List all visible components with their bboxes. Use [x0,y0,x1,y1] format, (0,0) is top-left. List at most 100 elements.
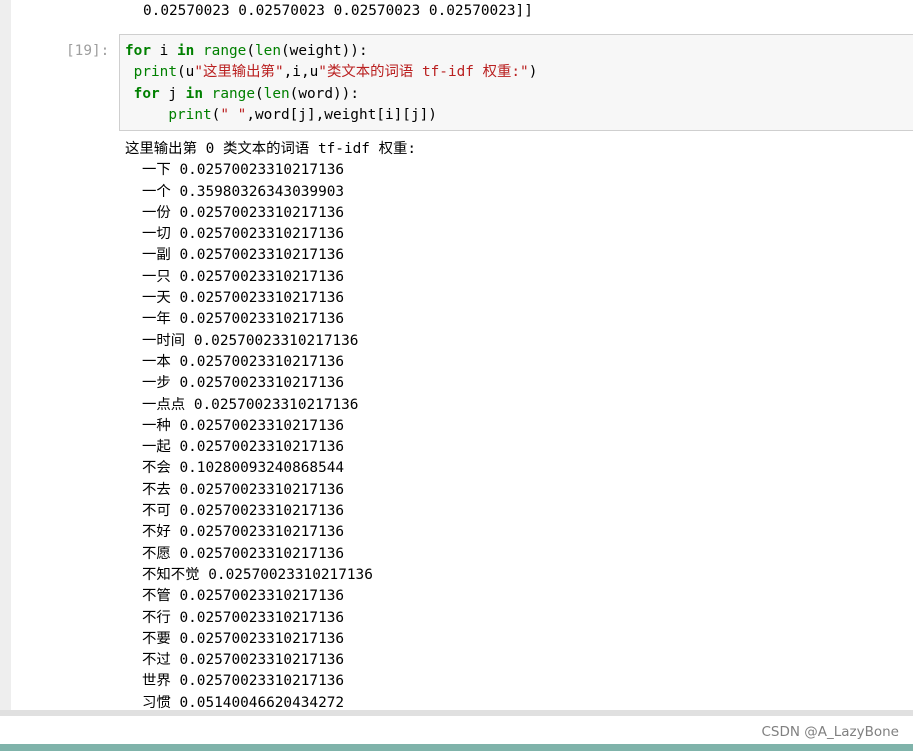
previous-cell-output: 0.02570023 0.02570023 0.02570023 0.02570… [143,3,533,19]
output-weight: 0.02570023310217136 [179,226,345,243]
code-line-3: for j in range(len(word)): [125,84,359,104]
output-word: 不好 [142,524,171,541]
notebook-bottom-edge [0,710,913,716]
builtin-print: print [133,64,177,80]
output-row: 一起 0.02570023310217136 [125,437,416,458]
output-word: 一起 [142,439,171,456]
code-text: (weight)): [281,43,368,59]
output-word: 一步 [142,375,171,392]
builtin-len: len [255,43,281,59]
string-literal: " " [220,107,247,123]
keyword-in: in [177,43,195,59]
output-row: 一切 0.02570023310217136 [125,224,416,245]
output-word: 一种 [142,417,171,434]
output-row: 不去 0.02570023310217136 [125,480,416,501]
output-word: 一年 [142,311,171,328]
watermark: CSDN @A_LazyBone [761,724,899,740]
output-word: 不去 [142,481,171,498]
output-weight: 0.02570023310217136 [179,630,345,647]
output-weight: 0.02570023310217136 [179,609,345,626]
output-word: 一副 [142,247,171,264]
code-text: (word)): [289,86,359,102]
output-word: 不会 [142,460,171,477]
output-word: 一下 [142,162,171,179]
output-weight: 0.02570023310217136 [179,375,345,392]
code-text: ,i,u [283,64,319,80]
output-weight: 0.35980326343039903 [179,183,345,200]
builtin-print: print [168,107,212,123]
cell-output-area: 这里输出第 0 类文本的词语 tf-idf 权重: 一下 0.025700233… [125,139,416,710]
output-weight: 0.02570023310217136 [179,439,345,456]
string-literal: "类文本的词语 tf-idf 权重:" [318,64,529,80]
output-row: 不过 0.02570023310217136 [125,650,416,671]
output-weight: 0.02570023310217136 [179,524,345,541]
output-rows: 一下 0.02570023310217136 一个 0.3598032634303… [125,160,416,710]
output-word: 一份 [142,204,171,221]
output-row: 习惯 0.05140046620434272 [125,693,416,710]
output-row: 一种 0.02570023310217136 [125,416,416,437]
output-row: 不知不觉 0.02570023310217136 [125,565,416,586]
output-weight: 0.02570023310217136 [179,588,345,605]
output-word: 一只 [142,268,171,285]
output-word: 一时间 [142,332,186,349]
output-word: 不要 [142,630,171,647]
output-row: 一份 0.02570023310217136 [125,203,416,224]
output-weight: 0.02570023310217136 [179,162,345,179]
output-word: 世界 [142,673,171,690]
keyword-for: for [125,43,151,59]
output-row: 一点点 0.02570023310217136 [125,395,416,416]
output-row: 不愿 0.02570023310217136 [125,544,416,565]
output-weight: 0.02570023310217136 [208,566,373,583]
output-weight: 0.05140046620434272 [179,694,345,710]
output-weight: 0.02570023310217136 [193,332,359,349]
output-weight: 0.02570023310217136 [179,290,345,307]
output-row: 一年 0.02570023310217136 [125,309,416,330]
output-word: 不行 [142,609,171,626]
output-row: 一步 0.02570023310217136 [125,373,416,394]
output-weight: 0.02570023310217136 [179,652,345,669]
output-row: 一时间 0.02570023310217136 [125,331,416,352]
output-weight: 0.02570023310217136 [179,311,345,328]
code-text: ( [246,43,255,59]
output-word: 不愿 [142,545,171,562]
builtin-range: range [211,86,255,102]
output-header: 这里输出第 0 类文本的词语 tf-idf 权重: [125,141,417,157]
cell-execution-prompt: [19]: [66,43,110,59]
code-line-1: for i in range(len(weight)): [125,41,368,61]
code-text: (u [177,64,195,80]
output-row: 一只 0.02570023310217136 [125,267,416,288]
output-weight: 0.02570023310217136 [179,204,345,221]
output-row: 一天 0.02570023310217136 [125,288,416,309]
string-literal: "这里输出第" [194,64,284,80]
code-text: i [151,43,177,59]
output-word: 不过 [142,652,171,669]
code-text: ) [528,64,538,80]
output-weight: 0.10280093240868544 [179,460,345,477]
code-text: j [159,86,186,102]
output-weight: 0.02570023310217136 [179,503,345,520]
output-word: 一本 [142,353,171,370]
code-text: ( [255,86,264,102]
output-weight: 0.02570023310217136 [179,417,345,434]
output-word: 不可 [142,503,171,520]
code-line-4: print(" ",word[j],weight[i][j]) [125,105,437,125]
output-row: 世界 0.02570023310217136 [125,671,416,692]
code-text: ,word[j],weight[i][j]) [246,107,437,123]
output-row: 不会 0.10280093240868544 [125,458,416,479]
output-word: 一个 [142,183,171,200]
output-row: 一本 0.02570023310217136 [125,352,416,373]
output-row: 不管 0.02570023310217136 [125,586,416,607]
output-row: 不好 0.02570023310217136 [125,522,416,543]
keyword-in: in [185,86,203,102]
output-weight: 0.02570023310217136 [179,481,345,498]
taskbar-stripe [0,744,913,751]
output-word: 一切 [142,226,171,243]
output-word: 不知不觉 [142,566,200,583]
left-gutter [0,0,11,710]
notebook-area: 0.02570023 0.02570023 0.02570023 0.02570… [0,0,913,710]
keyword-for: for [133,86,160,102]
